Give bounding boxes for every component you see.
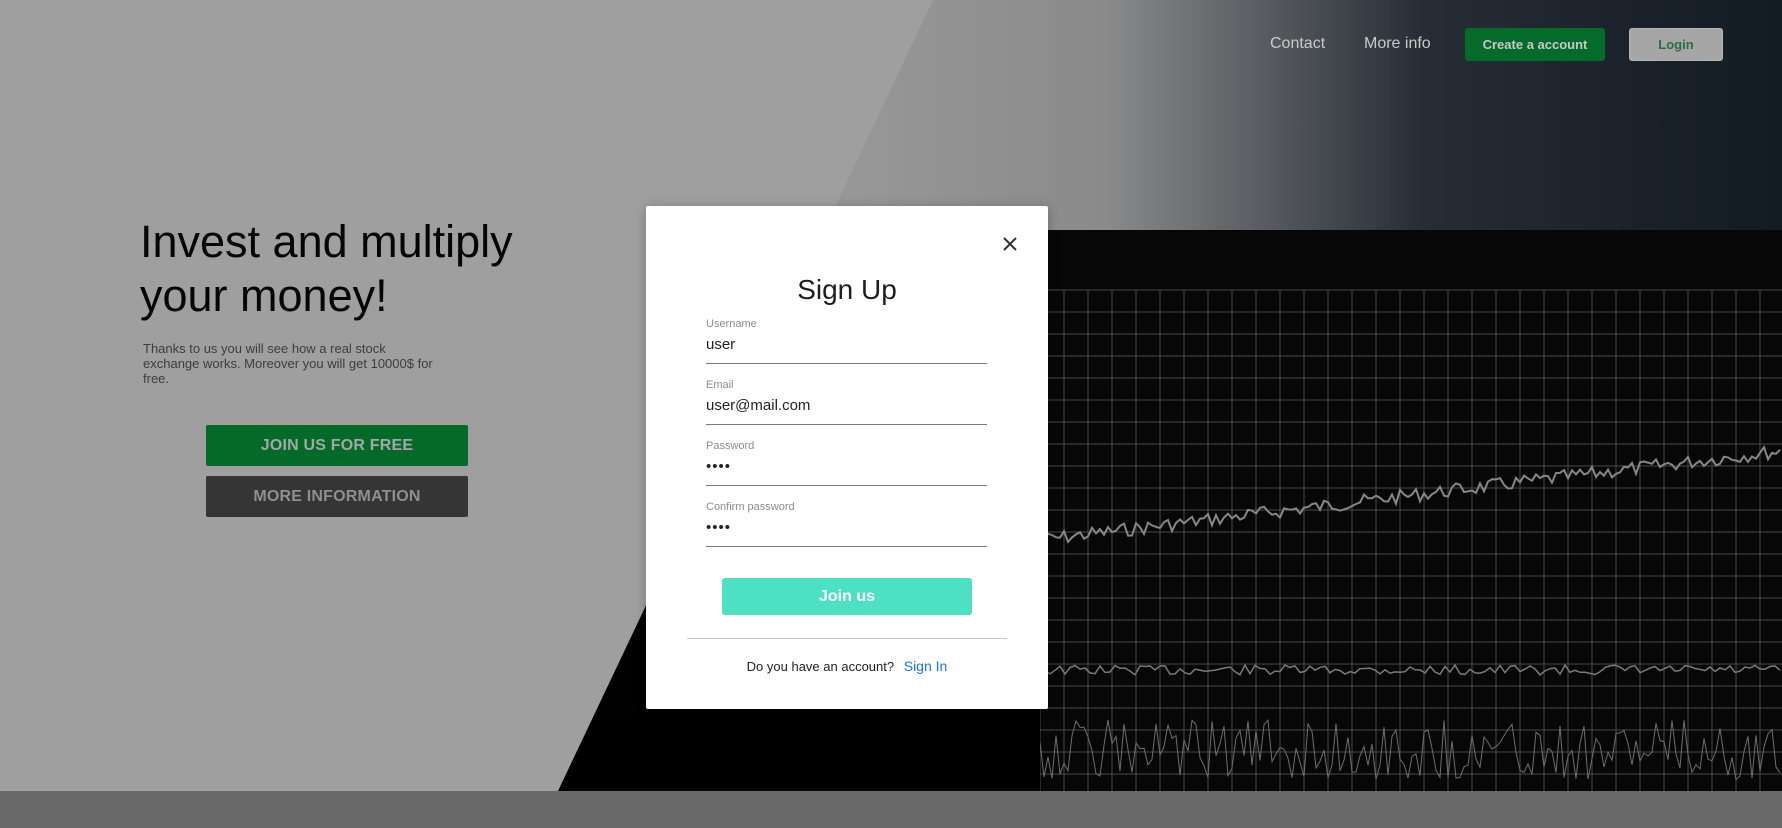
modal-divider	[687, 638, 1007, 639]
modal-title: Sign Up	[797, 274, 897, 305]
sign-in-link[interactable]: Sign In	[904, 658, 948, 674]
join-us-button[interactable]: Join us	[722, 578, 972, 615]
join-free-button[interactable]: JOIN US FOR FREE	[206, 425, 468, 466]
create-account-button[interactable]: Create a account	[1465, 28, 1605, 61]
hero-title: Invest and multiply your money!	[140, 216, 513, 321]
nav-contact-link[interactable]: Contact	[1270, 35, 1325, 53]
signin-row: Do you have an account? Sign In	[646, 658, 1048, 674]
signup-modal: Sign Up Username Email Password Confirm …	[646, 206, 1048, 709]
confirm-password-field: Confirm password	[706, 501, 987, 547]
password-field: Password	[706, 440, 987, 486]
nav-more-info-link[interactable]: More info	[1364, 35, 1431, 53]
account-prompt: Do you have an account?	[746, 659, 895, 674]
email-input[interactable]	[706, 393, 987, 417]
username-label: Username	[706, 318, 757, 330]
more-information-button[interactable]: MORE INFORMATION	[206, 476, 468, 517]
username-input[interactable]	[706, 332, 987, 356]
close-icon[interactable]	[998, 232, 1022, 256]
confirm-password-input[interactable]	[706, 515, 987, 539]
email-field: Email	[706, 379, 987, 425]
password-input[interactable]	[706, 454, 987, 478]
email-label: Email	[706, 379, 734, 391]
password-label: Password	[706, 440, 755, 452]
hero-subtitle: Thanks to us you will see how a real sto…	[143, 341, 433, 386]
login-button[interactable]: Login	[1629, 28, 1723, 61]
confirm-password-label: Confirm password	[706, 501, 795, 513]
username-field: Username	[706, 318, 987, 364]
